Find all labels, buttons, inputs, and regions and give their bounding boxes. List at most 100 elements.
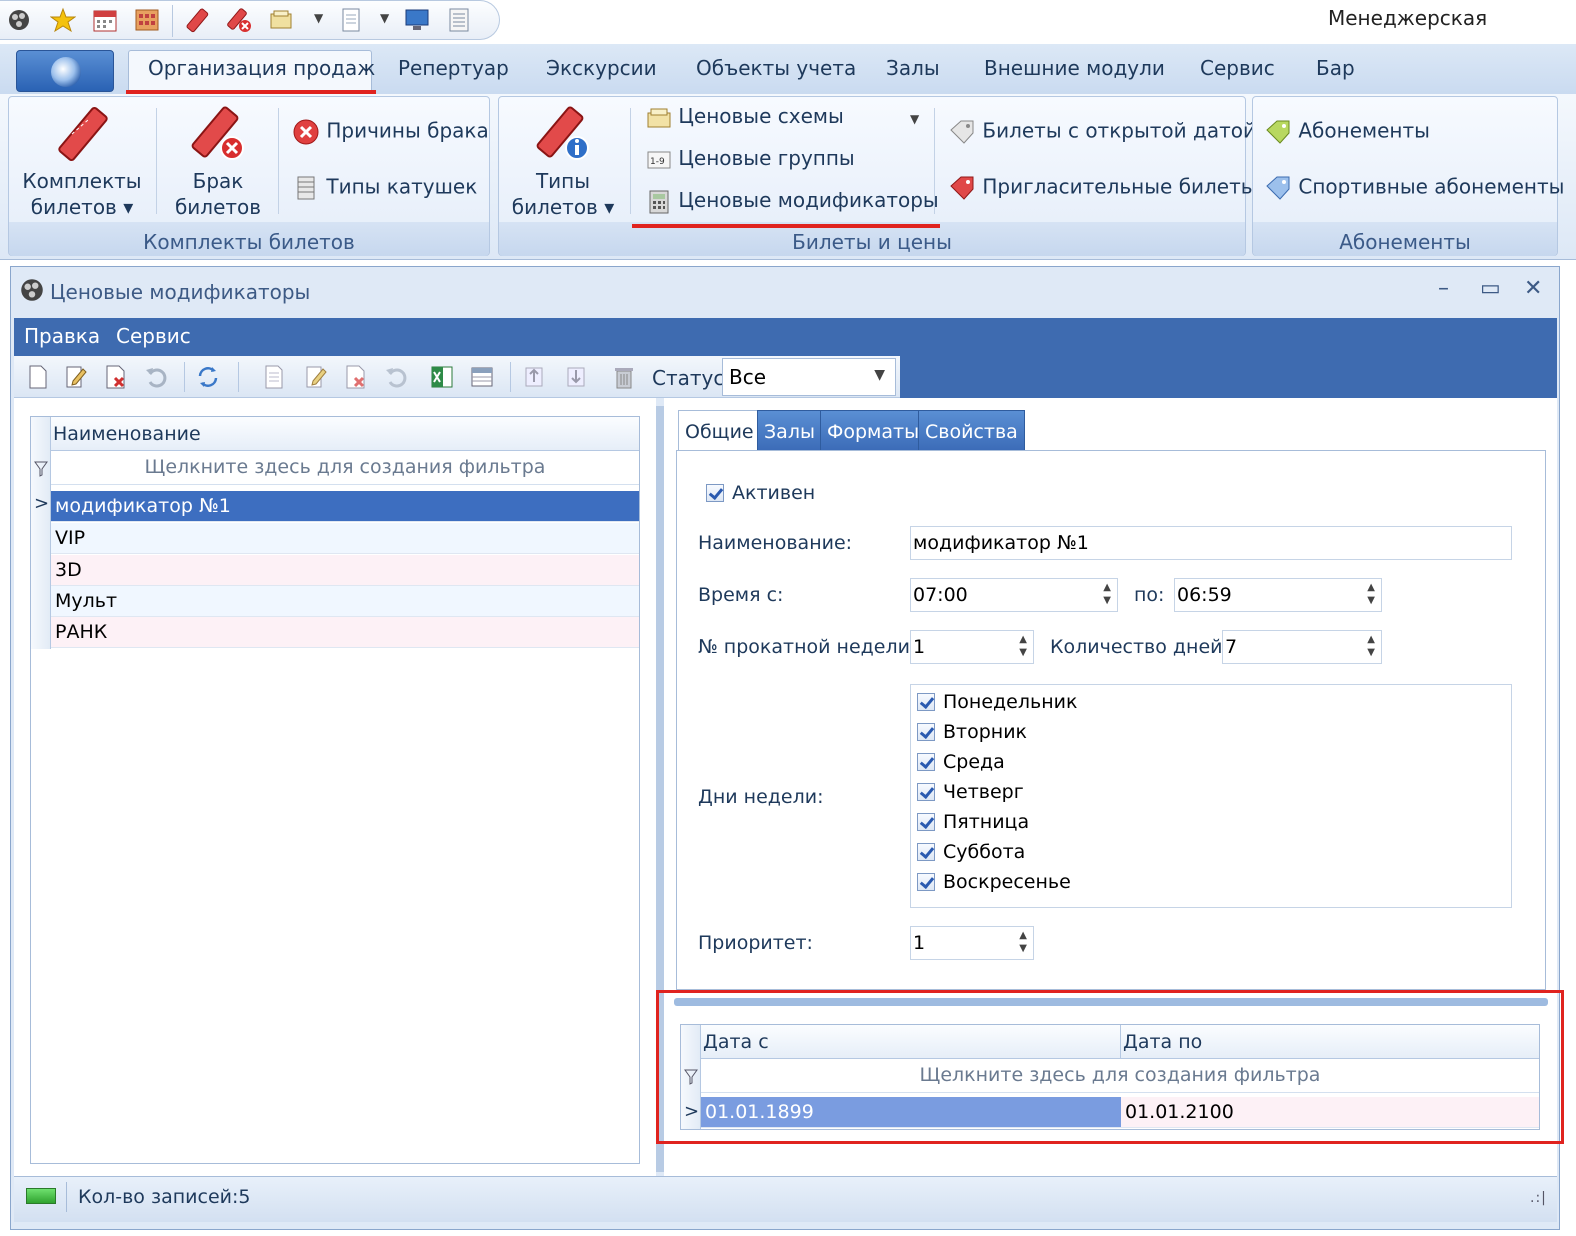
weekday-checkbox[interactable] <box>917 783 935 801</box>
trash-icon[interactable] <box>612 364 636 390</box>
hall-icon[interactable] <box>134 7 160 33</box>
edit-icon[interactable] <box>64 364 88 390</box>
weekday-checkbox[interactable] <box>917 813 935 831</box>
delete-record-icon[interactable] <box>344 364 368 390</box>
active-checkbox[interactable] <box>706 484 724 502</box>
spin-arrows-icon[interactable]: ▲ ▼ <box>1019 633 1027 659</box>
group-label-kits: Комплекты билетов <box>143 230 355 254</box>
tab-halls-detail[interactable]: Залы <box>757 410 822 450</box>
sport-subscriptions-button[interactable]: Спортивные абонементы <box>1264 174 1564 202</box>
monitor-icon[interactable] <box>404 7 430 33</box>
ticket-defect-button[interactable]: Брак билетов <box>168 104 268 220</box>
weekday-checkbox[interactable] <box>917 873 935 891</box>
table-row[interactable]: 3D <box>51 555 639 586</box>
weekday-checkbox[interactable] <box>917 723 935 741</box>
weekdays-label: Дни недели: <box>698 786 824 808</box>
table-row[interactable]: Мульт <box>51 586 639 617</box>
ticket-kits-button[interactable]: Комплекты билетов ▾ <box>20 104 144 220</box>
edit-record-icon[interactable] <box>304 364 328 390</box>
chevron-down-icon: ▼ <box>874 367 885 383</box>
time-to-field[interactable]: 06:59 ▲ ▼ <box>1174 578 1382 612</box>
chevron-down-icon[interactable]: ▼ <box>314 11 323 25</box>
row-indicator-column <box>31 417 51 649</box>
weekday-checkbox[interactable] <box>917 753 935 771</box>
resize-grip-icon[interactable]: .:| <box>1530 1190 1547 1206</box>
open-date-tickets-button[interactable]: Билеты с открытой датой <box>948 118 1256 146</box>
app-logo-icon[interactable] <box>6 7 32 33</box>
name-field[interactable]: модификатор №1 <box>910 526 1512 560</box>
status-filter-select[interactable]: Все ▼ <box>722 358 896 396</box>
spin-arrows-icon[interactable]: ▲ ▼ <box>1019 929 1027 955</box>
chevron-down-icon[interactable]: ▼ <box>910 112 919 126</box>
days-count-label: Количество дней: <box>1050 636 1229 658</box>
priority-label: Приоритет: <box>698 932 813 954</box>
application-menu-button[interactable] <box>16 50 114 92</box>
price-schemes-button[interactable]: Ценовые схемы <box>646 104 844 131</box>
chevron-down-icon[interactable]: ▼ <box>380 11 389 25</box>
tab-halls[interactable]: Залы <box>886 56 940 80</box>
spin-arrows-icon[interactable]: ▲ ▼ <box>1367 581 1375 607</box>
name-label: Наименование: <box>698 532 853 554</box>
priority-field[interactable]: 1 ▲ ▼ <box>910 926 1034 960</box>
subscriptions-button[interactable]: Абонементы <box>1264 118 1430 146</box>
tab-service[interactable]: Сервис <box>1200 56 1275 80</box>
calendar-icon[interactable] <box>92 7 118 33</box>
table-row[interactable]: модификатор №1 <box>51 491 639 522</box>
delete-icon[interactable] <box>104 364 128 390</box>
move-up-icon[interactable] <box>522 364 546 390</box>
invitation-tickets-button[interactable]: Пригласительные билеты <box>948 174 1257 202</box>
refresh-icon[interactable] <box>196 364 220 390</box>
tab-repertoire[interactable]: Репертуар <box>398 56 509 80</box>
spin-arrows-icon[interactable]: ▲ ▼ <box>1367 633 1375 659</box>
menu-service[interactable]: Сервис <box>116 324 191 348</box>
table-view-icon[interactable] <box>470 364 494 390</box>
time-from-field[interactable]: 07:00 ▲ ▼ <box>910 578 1118 612</box>
favorites-icon[interactable] <box>50 7 76 33</box>
maximize-button[interactable]: ▭ <box>1480 276 1501 301</box>
ticket-types-button[interactable]: Типы билетов ▾ <box>510 104 616 220</box>
price-modifiers-button[interactable]: Ценовые модификаторы <box>646 188 939 215</box>
separator <box>278 108 279 214</box>
copy-icon[interactable] <box>262 364 286 390</box>
excel-export-icon[interactable] <box>430 364 454 390</box>
ticket-defect-icon <box>191 106 244 160</box>
price-groups-button[interactable]: 1-9 Ценовые группы <box>646 146 855 173</box>
tab-formats[interactable]: Форматы <box>820 410 927 450</box>
undo-record-icon[interactable] <box>384 364 408 390</box>
close-button[interactable]: ✕ <box>1524 276 1542 301</box>
calculator-icon <box>649 190 669 213</box>
menu-edit[interactable]: Правка <box>24 324 100 348</box>
price-scheme-icon[interactable] <box>268 7 294 33</box>
tab-accounting-objects[interactable]: Объекты учета <box>696 56 856 80</box>
weekday-checkbox[interactable] <box>917 693 935 711</box>
spin-arrows-icon[interactable]: ▲ ▼ <box>1103 581 1111 607</box>
tab-properties[interactable]: Свойства <box>918 410 1025 450</box>
move-down-icon[interactable] <box>564 364 588 390</box>
week-field[interactable]: 1 ▲ ▼ <box>910 630 1034 664</box>
separator <box>172 5 173 37</box>
tab-bar[interactable]: Бар <box>1316 56 1355 80</box>
undo-icon[interactable] <box>144 364 168 390</box>
tab-external-modules[interactable]: Внешние модули <box>984 56 1165 80</box>
weekdays-list: Понедельник Вторник Среда Четверг Пятниц… <box>910 684 1512 908</box>
new-icon[interactable] <box>26 364 50 390</box>
table-row[interactable]: РАНК <box>51 617 639 648</box>
ticket-icon[interactable] <box>184 7 210 33</box>
ticket-defect-icon[interactable] <box>226 7 252 33</box>
tab-general[interactable]: Общие <box>678 410 761 452</box>
column-header-name[interactable]: Наименование <box>51 417 639 451</box>
document-icon[interactable] <box>338 7 364 33</box>
days-count-field[interactable]: 7 ▲ ▼ <box>1222 630 1382 664</box>
weekday-label: Четверг <box>943 781 1024 803</box>
minimize-button[interactable]: – <box>1438 276 1449 301</box>
tab-sales-organization[interactable]: Организация продаж <box>148 56 375 80</box>
reel-types-button[interactable]: Типы катушек <box>292 174 477 202</box>
weekday-checkbox[interactable] <box>917 843 935 861</box>
button-label: Абонементы <box>1298 118 1430 143</box>
filter-row[interactable]: Щелкните здесь для создания фильтра <box>51 451 639 485</box>
table-row[interactable]: VIP <box>51 523 639 554</box>
report-icon[interactable] <box>446 7 472 33</box>
tab-excursions[interactable]: Экскурсии <box>546 56 657 80</box>
defect-reasons-button[interactable]: Причины брака <box>292 118 489 146</box>
weekday-label: Пятница <box>943 811 1030 833</box>
